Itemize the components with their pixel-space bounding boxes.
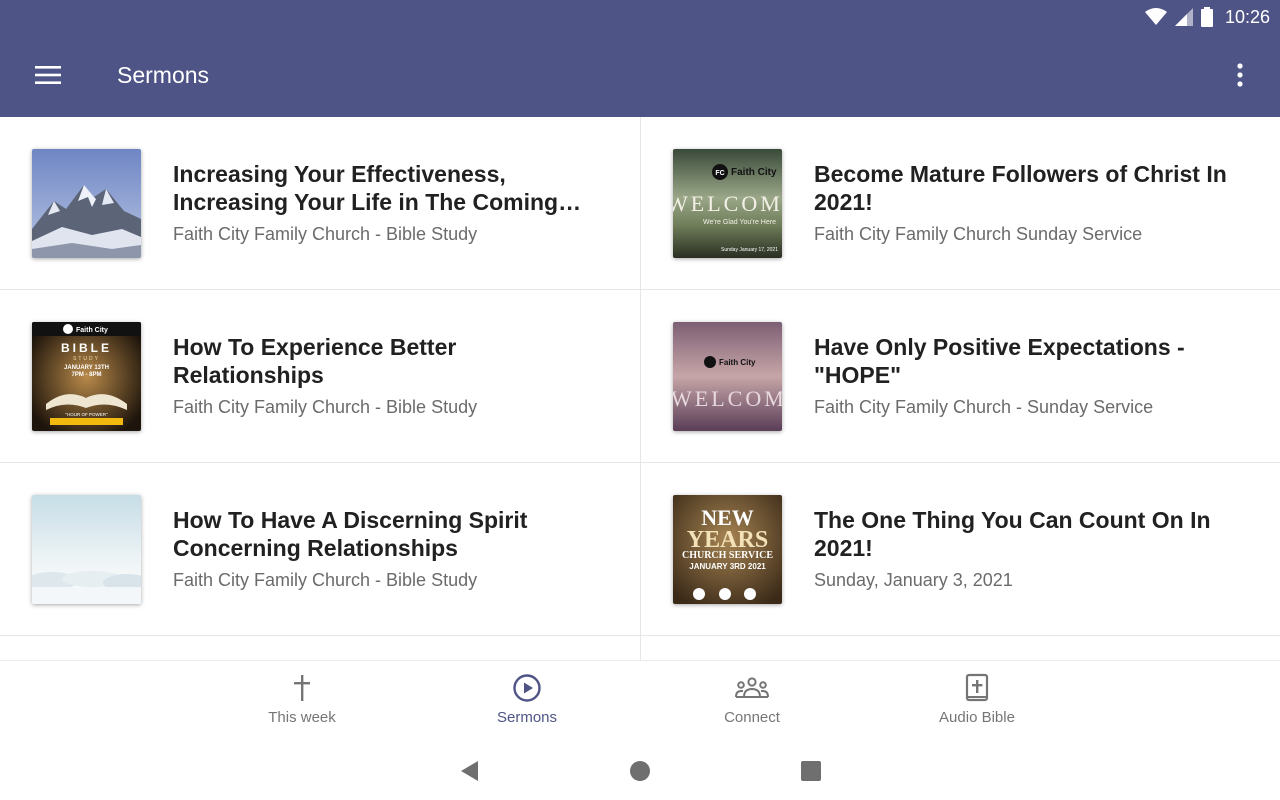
- group-icon: [735, 677, 769, 698]
- wifi-icon: [1144, 8, 1167, 25]
- sermon-grid: Increasing Your Effectiveness, Increasin…: [0, 117, 1280, 660]
- sermon-item[interactable]: NEW YEARS CHURCH SERVICE JANUARY 3RD 202…: [640, 463, 1280, 635]
- sermon-row: Increasing Your Effectiveness, Increasin…: [0, 117, 1280, 290]
- svg-text:STUDY: STUDY: [73, 356, 100, 362]
- svg-text:"HOUR OF POWER": "HOUR OF POWER": [65, 412, 108, 417]
- sermon-row: Faith City BIBLE STUDY JANUARY 13TH 7PM …: [0, 290, 1280, 463]
- sermon-row: How To Have A Discerning Spirit Concerni…: [0, 463, 1280, 636]
- clouds-image: [32, 495, 141, 604]
- home-button[interactable]: [625, 756, 655, 786]
- nav-label: Sermons: [496, 709, 558, 726]
- list-divider: [640, 636, 641, 660]
- mountain-image: [32, 149, 141, 258]
- sermon-title: How To Experience Better Relationships: [173, 334, 457, 388]
- back-button[interactable]: [454, 756, 484, 786]
- svg-text:JANUARY 13TH: JANUARY 13TH: [64, 365, 109, 371]
- svg-text:Faith City: Faith City: [719, 358, 756, 367]
- svg-text:WELCOME: WELCOME: [673, 386, 782, 411]
- sermon-thumbnail: FC Faith City WELCOME We're Glad You're …: [673, 149, 782, 258]
- svg-text:BIBLE: BIBLE: [61, 341, 112, 355]
- sermon-item[interactable]: FC Faith City WELCOME We're Glad You're …: [640, 117, 1280, 289]
- menu-button[interactable]: [28, 57, 68, 93]
- sermon-title: How To Have A Discerning Spirit Concerni…: [173, 507, 528, 561]
- play-circle-icon: [513, 674, 541, 702]
- system-navigation: [0, 740, 1280, 800]
- nav-label: This week: [268, 709, 336, 726]
- sermon-text: Have Only Positive Expectations -"HOPE" …: [814, 290, 1249, 462]
- cross-icon: [294, 675, 310, 701]
- bottom-navigation: This week Sermons Connect Audio Bible: [0, 660, 1280, 741]
- status-bar: 10:26: [1144, 5, 1270, 29]
- sermon-title: Increasing Your Effectiveness, Increasin…: [173, 161, 559, 215]
- svg-text:WELCOME: WELCOME: [673, 191, 782, 216]
- welcome-sunset-image: Faith City WELCOME: [673, 322, 782, 431]
- sermon-subtitle: Faith City Family Church Sunday Service: [814, 224, 1143, 244]
- nav-label: Connect: [724, 709, 780, 726]
- svg-text:Sunday January 17, 2021: Sunday January 17, 2021: [721, 247, 778, 253]
- battery-icon: [1200, 7, 1213, 27]
- svg-text:7PM - 8PM: 7PM - 8PM: [71, 372, 101, 378]
- nav-this-week[interactable]: This week: [222, 671, 382, 737]
- svg-text:Faith City: Faith City: [76, 327, 108, 334]
- recents-square-icon: [801, 761, 821, 781]
- nav-sermons[interactable]: Sermons: [447, 671, 607, 737]
- recents-button[interactable]: [796, 756, 826, 786]
- status-clock: 10:26: [1224, 6, 1270, 27]
- sermon-item[interactable]: Increasing Your Effectiveness, Increasin…: [0, 117, 640, 289]
- bible-study-image: Faith City BIBLE STUDY JANUARY 13TH 7PM …: [32, 322, 141, 431]
- sermon-thumbnail: [32, 149, 141, 258]
- svg-text:JANUARY 3RD 2021: JANUARY 3RD 2021: [689, 562, 766, 571]
- sermon-thumbnail: Faith City WELCOME: [673, 322, 782, 431]
- welcome-image: FC Faith City WELCOME We're Glad You're …: [673, 149, 782, 258]
- more-vert-icon: [1237, 63, 1243, 87]
- sermon-thumbnail: [32, 495, 141, 604]
- back-triangle-icon: [461, 761, 478, 781]
- nav-label: Audio Bible: [939, 709, 1015, 726]
- sermon-title: Become Mature Followers of Christ In 202…: [814, 161, 1227, 215]
- sermon-title: Have Only Positive Expectations -"HOPE": [814, 334, 1185, 388]
- sermon-item[interactable]: Faith City BIBLE STUDY JANUARY 13TH 7PM …: [0, 290, 640, 462]
- sermon-subtitle: Faith City Family Church - Bible Study: [173, 570, 478, 590]
- sermon-text: How To Experience Better Relationships F…: [173, 290, 608, 462]
- sermon-subtitle: Sunday, January 3, 2021: [814, 570, 1013, 590]
- sermon-subtitle: Faith City Family Church - Sunday Servic…: [814, 397, 1154, 417]
- svg-text:FC: FC: [715, 170, 724, 177]
- sermon-subtitle: Faith City Family Church - Bible Study: [173, 397, 478, 417]
- sermon-item[interactable]: How To Have A Discerning Spirit Concerni…: [0, 463, 640, 635]
- overflow-menu-button[interactable]: [1220, 57, 1260, 93]
- sermon-text: How To Have A Discerning Spirit Concerni…: [173, 463, 608, 635]
- svg-text:Faith City: Faith City: [731, 167, 777, 178]
- sermon-item[interactable]: Faith City WELCOME Have Only Positive Ex…: [640, 290, 1280, 462]
- svg-text:We're Glad You're Here: We're Glad You're Here: [703, 219, 776, 226]
- sermon-thumbnail: Faith City BIBLE STUDY JANUARY 13TH 7PM …: [32, 322, 141, 431]
- sermon-title: The One Thing You Can Count On In 2021!: [814, 507, 1211, 561]
- sermon-text: The One Thing You Can Count On In 2021! …: [814, 463, 1249, 635]
- sermon-text: Increasing Your Effectiveness, Increasin…: [173, 117, 608, 289]
- app-bar: 10:26 Sermons: [0, 0, 1280, 117]
- sermon-thumbnail: NEW YEARS CHURCH SERVICE JANUARY 3RD 202…: [673, 495, 782, 604]
- sermon-text: Become Mature Followers of Christ In 202…: [814, 117, 1249, 289]
- nav-audio-bible[interactable]: Audio Bible: [897, 671, 1057, 737]
- bible-icon: [965, 673, 989, 702]
- nav-connect[interactable]: Connect: [672, 671, 832, 737]
- signal-icon: [1174, 8, 1193, 26]
- hamburger-icon: [35, 66, 61, 84]
- new-years-image: NEW YEARS CHURCH SERVICE JANUARY 3RD 202…: [673, 495, 782, 604]
- sermon-subtitle: Faith City Family Church - Bible Study: [173, 224, 478, 244]
- home-circle-icon: [630, 761, 650, 781]
- svg-text:CHURCH SERVICE: CHURCH SERVICE: [682, 550, 773, 561]
- page-title: Sermons: [117, 62, 210, 88]
